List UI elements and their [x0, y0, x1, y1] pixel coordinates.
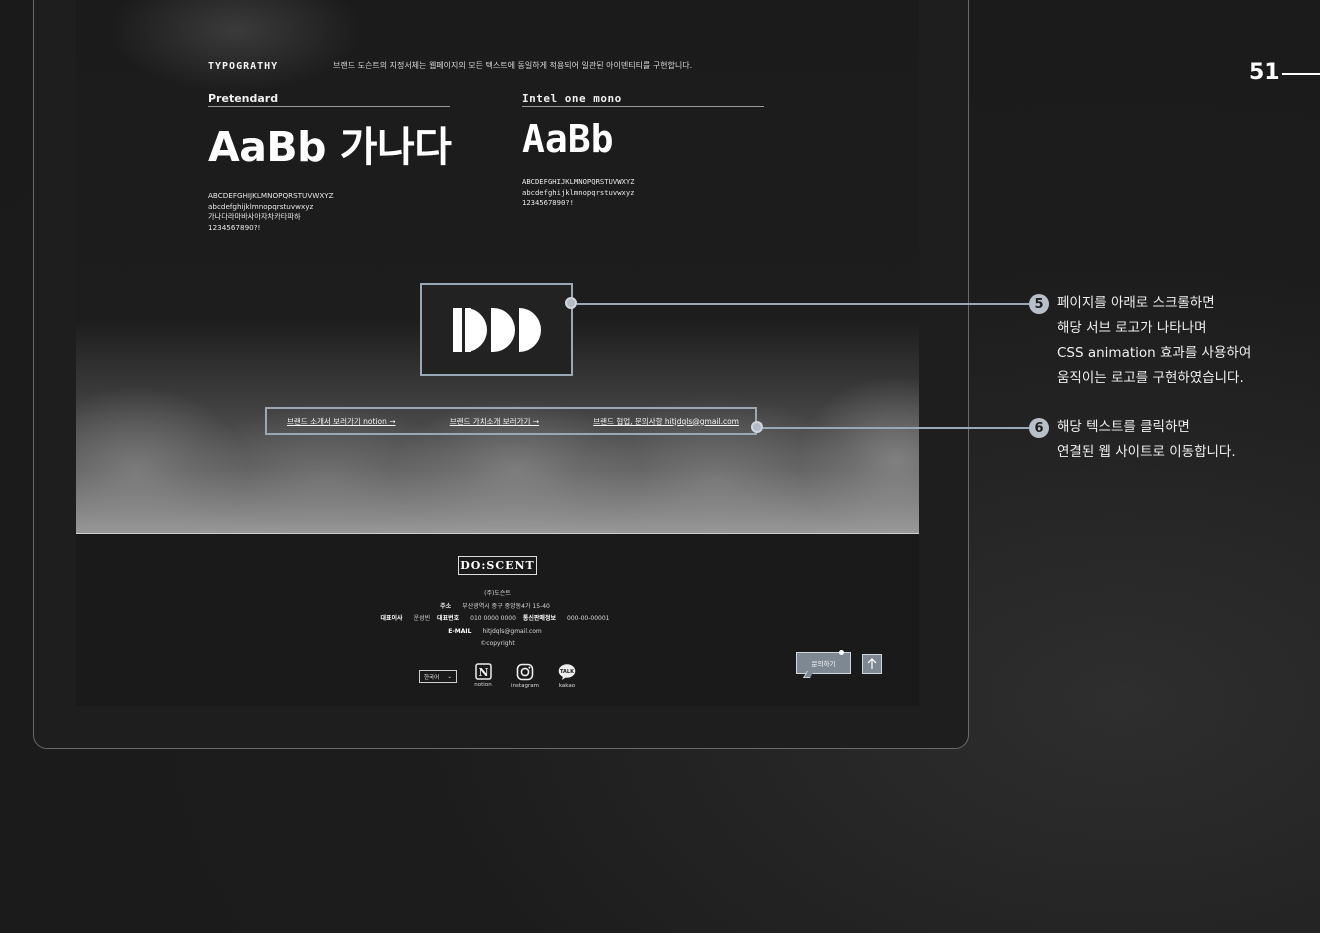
svg-text:TALK: TALK: [560, 669, 575, 675]
ceo-label: 대표이사: [380, 615, 403, 622]
kakao-talk-icon: TALK: [558, 664, 576, 680]
typography-description: 브랜드 도슨트의 지정서체는 웹페이지의 모든 텍스트에 동일하게 적용되어 일…: [333, 61, 693, 70]
copyright: ©copyright: [480, 640, 515, 647]
font-name: Pretendard: [208, 92, 450, 107]
svg-text:N: N: [478, 666, 488, 679]
inquiry-label: 문의하기: [811, 660, 836, 668]
notion-icon: N: [474, 663, 492, 680]
callout-number-6: 6: [1029, 418, 1049, 438]
sns-kakao[interactable]: TALK kakao: [547, 663, 587, 689]
footer-logo[interactable]: DO:SCENT: [458, 556, 537, 575]
email-value: hitjdqls@gmail.com: [482, 627, 542, 635]
callout-line-text: 움직이는 로고를 구현하였습니다.: [1057, 370, 1244, 386]
instagram-icon: [516, 663, 534, 681]
glyph-line: 가나다라마바사아자차카타파하: [208, 212, 301, 221]
language-select[interactable]: 한국어 ⌄: [419, 670, 457, 683]
brand-links-bar: 브랜드 소개서 보러가기 notion → 브랜드 가치소개 보러가기 → 브랜…: [265, 407, 757, 435]
callout-anchor-6: [751, 421, 763, 433]
callout-line-6: [763, 427, 1029, 429]
phone-label: 대표번호: [437, 615, 460, 622]
email-label: E-MAIL: [448, 627, 472, 635]
sns-notion[interactable]: N notion: [463, 663, 503, 688]
callout-line-text: 연결된 웹 사이트로 이동합니다.: [1057, 444, 1236, 460]
notification-dot: [839, 650, 844, 655]
sns-label: kakao: [558, 683, 576, 689]
contact-email-link[interactable]: 브랜드 협업, 문의사항 hitjdqls@gmail.com: [593, 416, 739, 427]
inquiry-button[interactable]: 문의하기: [796, 650, 851, 674]
callout-text-6: 해당 텍스트를 클릭하면 연결된 웹 사이트로 이동합니다.: [1057, 415, 1236, 465]
address-value: 부산광역시 중구 중앙동4가 15-40: [462, 602, 550, 610]
callout-number-5: 5: [1029, 294, 1049, 314]
glyph-line: abcdefghijklmnopqrstuvwxyz: [208, 201, 314, 211]
sns-instagram[interactable]: instagram: [505, 663, 545, 689]
glyph-line: ABCDEFGHIJKLMNOPQRSTUVWXYZ: [522, 177, 635, 186]
phone-value: 010 0000 0000: [470, 615, 516, 622]
scroll-top-button[interactable]: [862, 654, 882, 674]
footer-divider: [76, 533, 919, 534]
font-glyphs: ABCDEFGHIJKLMNOPQRSTUVWXYZ abcdefghijklm…: [522, 177, 764, 209]
font-glyphs: ABCDEFGHIJKLMNOPQRSTUVWXYZ abcdefghijklm…: [208, 191, 450, 233]
notion-intro-link[interactable]: 브랜드 소개서 보러가기 notion →: [287, 416, 396, 427]
arrow-up-icon: [867, 658, 877, 669]
typography-title: TYPOGRATHY: [208, 61, 279, 72]
sns-label: notion: [474, 682, 492, 688]
callout-line-text: 페이지를 아래로 스크롤하면: [1057, 295, 1215, 311]
ceo-value: 운성빈: [413, 615, 431, 622]
page-number: 51: [1249, 60, 1280, 85]
font-card-intel-one-mono: Intel one mono AaBb ABCDEFGHIJKLMNOPQRST…: [522, 92, 764, 209]
font-sample: AaBb: [522, 117, 614, 161]
font-card-pretendard: Pretendard AaBb 가나다 ABCDEFGHIJKLMNOPQRST…: [208, 92, 452, 233]
chevron-down-icon: ⌄: [447, 673, 452, 680]
font-name: Intel one mono: [522, 92, 764, 107]
glyph-line: 1234567890?!: [522, 198, 574, 207]
company-name: (주)도슨트: [484, 590, 511, 597]
language-value: 한국어: [424, 674, 440, 681]
ddd-sub-logo: [452, 307, 541, 352]
brand-value-link[interactable]: 브랜드 가치소개 보러가기 →: [450, 416, 539, 427]
telecom-value: 000-00-00001: [567, 615, 610, 622]
font-sample: AaBb 가나다: [208, 123, 452, 171]
callout-anchor-5: [565, 297, 577, 309]
website-screen: TYPOGRATHY 브랜드 도슨트의 지정서체는 웹페이지의 모든 텍스트에 …: [76, 0, 919, 706]
sns-label: instagram: [511, 683, 539, 689]
company-info: (주)도슨트 주소 부산광역시 중구 중앙동4가 15-40 대표이사 운성빈 대표…: [276, 588, 719, 651]
glyph-line: ABCDEFGHIJKLMNOPQRSTUVWXYZ: [208, 191, 334, 200]
contact-row: 대표이사 운성빈 대표번호 010 0000 0000 통신판매정보 000-00-0…: [276, 613, 719, 626]
glyph-line: abcdefghijklmnopqrstuvwxyz: [522, 187, 635, 197]
callout-line-text: 해당 텍스트를 클릭하면: [1057, 419, 1190, 435]
page-number-line: [1282, 73, 1320, 75]
sub-logo-highlight: [420, 283, 573, 376]
glyph-line: 1234567890?!: [208, 222, 261, 232]
callout-line-text: CSS animation 효과를 사용하여: [1057, 345, 1252, 361]
callout-line-text: 해당 서브 로고가 나타나며: [1057, 320, 1207, 336]
address-row: 주소 부산광역시 중구 중앙동4가 15-40: [276, 601, 719, 614]
callout-text-5: 페이지를 아래로 스크롤하면 해당 서브 로고가 나타나며 CSS animat…: [1057, 291, 1251, 391]
callout-line-5: [577, 303, 1029, 305]
screen-hero-background: [76, 0, 919, 534]
address-label: 주소: [440, 602, 452, 610]
email-row: E-MAIL hitjdqls@gmail.com: [276, 626, 719, 639]
telecom-label: 통신판매정보: [522, 615, 556, 622]
